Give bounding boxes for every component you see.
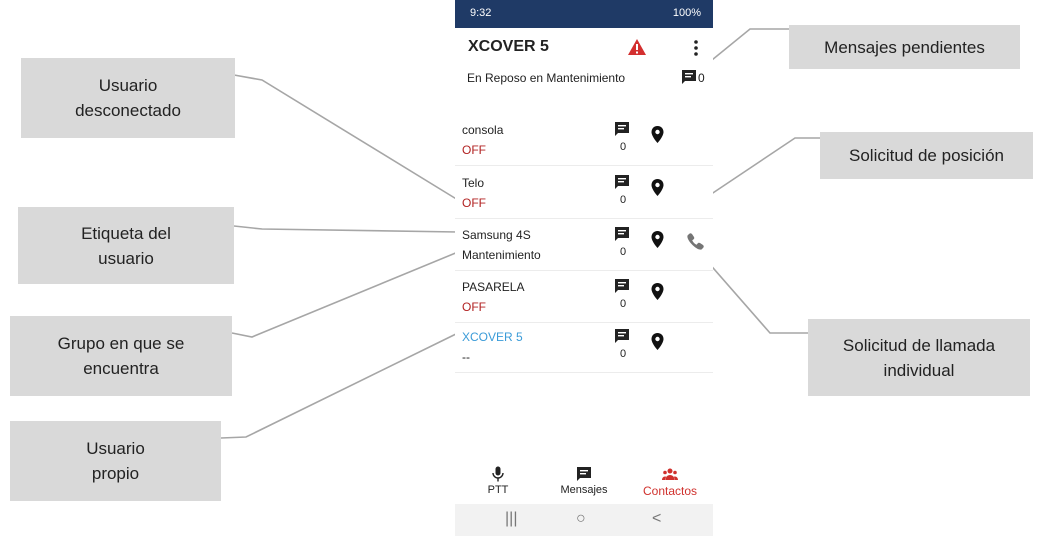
message-icon[interactable]: [614, 174, 630, 190]
bottom-nav: PTT Mensajes Contactos: [455, 458, 713, 500]
contact-status: --: [462, 350, 470, 364]
warning-icon[interactable]: [627, 38, 647, 56]
status-time: 9:32: [470, 7, 492, 19]
callout-mensajes-pendientes: Mensajes pendientes: [789, 25, 1020, 69]
connector-usuario-desconectado: [233, 74, 459, 201]
callout-etiqueta-usuario: Etiqueta del usuario: [18, 207, 234, 284]
status-bar: 9:32 100%: [455, 0, 713, 28]
message-count: 0: [620, 141, 627, 153]
message-icon[interactable]: [614, 328, 630, 344]
recent-apps-button[interactable]: |||: [505, 510, 517, 528]
contact-name: Samsung 4S: [462, 228, 531, 242]
phone-icon[interactable]: [685, 232, 705, 252]
message-count: 0: [620, 246, 627, 258]
message-count: 0: [620, 194, 627, 206]
message-count: 0: [620, 348, 627, 360]
contact-row-self[interactable]: XCOVER 5 -- 0: [455, 320, 713, 373]
callout-solicitud-llamada: Solicitud de llamada individual: [808, 319, 1030, 396]
message-icon: [577, 467, 591, 481]
contact-status: OFF: [462, 300, 486, 314]
message-icon[interactable]: [614, 226, 630, 242]
connector-usuario-propio: [220, 332, 459, 439]
location-pin-icon[interactable]: [651, 179, 664, 196]
message-icon[interactable]: [681, 69, 697, 85]
contact-row[interactable]: Telo OFF 0: [455, 166, 713, 219]
contact-name: PASARELA: [462, 280, 525, 294]
callout-usuario-propio: Usuario propio: [10, 421, 221, 501]
callout-solicitud-posicion: Solicitud de posición: [820, 132, 1033, 179]
more-vert-icon[interactable]: [693, 39, 699, 57]
state-label: En Reposo en Mantenimiento: [467, 71, 626, 85]
system-nav-bar: ||| ○ <: [455, 504, 713, 536]
contacts-icon: [662, 468, 678, 480]
nav-mensajes[interactable]: Mensajes: [541, 458, 627, 500]
back-button[interactable]: <: [652, 510, 661, 528]
contact-row[interactable]: Samsung 4S Mantenimiento 0: [455, 218, 713, 271]
connector-llamada: [699, 252, 808, 334]
app-title: XCOVER 5: [468, 38, 549, 55]
mic-icon: [492, 466, 504, 482]
message-icon[interactable]: [614, 121, 630, 137]
contact-name: Telo: [462, 176, 485, 190]
home-button[interactable]: ○: [576, 510, 586, 528]
contact-name: XCOVER 5: [462, 330, 523, 344]
nav-ptt-label: PTT: [487, 484, 509, 496]
contact-status: OFF: [462, 196, 486, 210]
nav-mensajes-label: Mensajes: [560, 484, 608, 496]
message-icon[interactable]: [614, 278, 630, 294]
nav-ptt[interactable]: PTT: [455, 458, 541, 500]
pending-messages-count: 0: [698, 71, 705, 85]
contact-name: consola: [462, 123, 504, 137]
location-pin-icon[interactable]: [651, 231, 664, 248]
callout-grupo: Grupo en que se encuentra: [10, 316, 232, 396]
location-pin-icon[interactable]: [651, 126, 664, 143]
connector-etiqueta: [233, 225, 459, 233]
location-pin-icon[interactable]: [651, 333, 664, 350]
nav-contactos[interactable]: Contactos: [627, 458, 713, 500]
connector-grupo: [231, 251, 459, 338]
contact-row[interactable]: PASARELA OFF 0: [455, 270, 713, 323]
contact-status: OFF: [462, 143, 486, 157]
contact-status: Mantenimiento: [462, 248, 541, 262]
battery-text: 100%: [672, 7, 701, 19]
message-count: 0: [620, 298, 627, 310]
location-pin-icon[interactable]: [651, 283, 664, 300]
nav-contactos-label: Contactos: [642, 484, 698, 498]
callout-usuario-desconectado: Usuario desconectado: [21, 58, 235, 138]
contact-row[interactable]: consola OFF 0: [455, 113, 713, 166]
phone-screen: 9:32 100% XCOVER 5 En Reposo en Mantenim…: [455, 0, 713, 536]
